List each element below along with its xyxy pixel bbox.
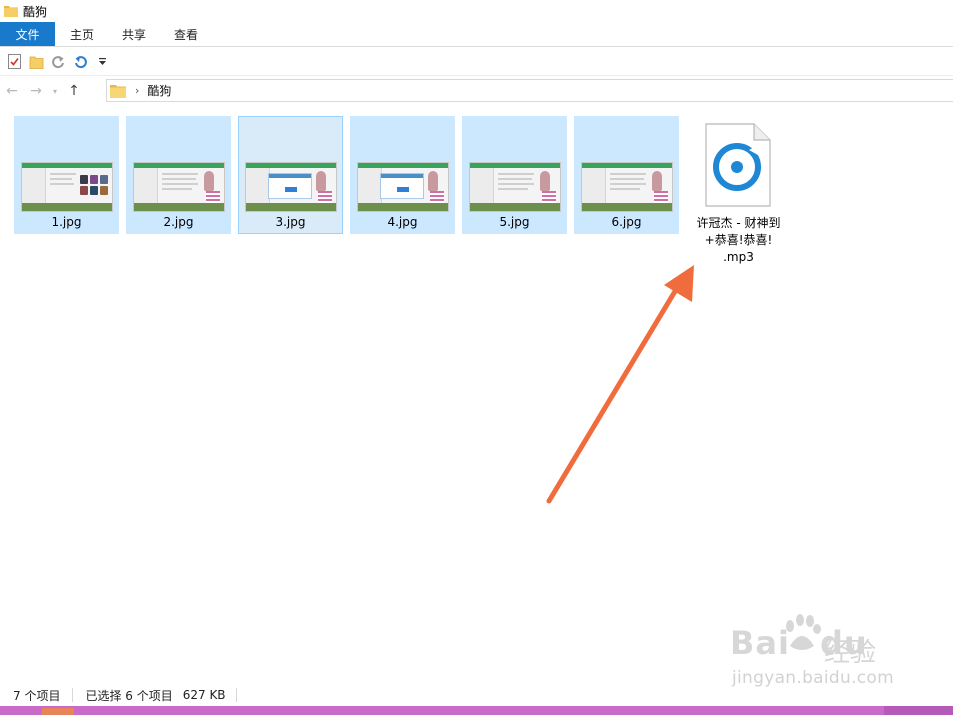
up-arrow-icon: ↑: [68, 83, 80, 99]
undo-icon: [74, 56, 87, 69]
tab-file[interactable]: 文件: [0, 22, 55, 46]
status-divider: [235, 688, 237, 702]
redo-button[interactable]: [47, 51, 69, 73]
status-divider: [72, 688, 74, 702]
item-count: 7 个项目: [13, 688, 61, 703]
navigation-row: ← → ▾ ↑ › 酷狗: [0, 78, 953, 104]
baidu-jingyan-watermark: Bai du 经验 jingyan.baidu.com: [730, 612, 910, 692]
title-bar[interactable]: 酷狗: [0, 0, 953, 22]
tab-home[interactable]: 主页: [56, 22, 108, 46]
watermark-jingyan: 经验: [824, 638, 877, 668]
folder-icon: [4, 6, 18, 17]
paw-icon: [786, 614, 821, 650]
back-arrow-icon: ←: [6, 83, 18, 99]
recent-locations-button[interactable]: ▾: [48, 79, 62, 103]
annotation-arrow-icon: [546, 265, 694, 504]
taskbar[interactable]: [0, 706, 953, 715]
customize-dropdown-icon: [98, 58, 106, 65]
undo-button[interactable]: [69, 51, 91, 73]
forward-arrow-icon: →: [30, 83, 42, 99]
customize-toolbar-button[interactable]: [91, 51, 113, 73]
file-list-area[interactable]: 1.jpg 2.jpg 3.jpg 4.jpg 5.jpg 6.jpg 许冠杰 …: [0, 105, 953, 683]
breadcrumb-chevron-icon[interactable]: ›: [135, 84, 139, 97]
address-bar[interactable]: › 酷狗: [106, 79, 953, 102]
properties-icon: [7, 54, 21, 69]
taskbar-tray[interactable]: [884, 706, 953, 715]
back-button[interactable]: ←: [0, 79, 24, 103]
ribbon-tabs: 文件 主页 共享 查看: [0, 22, 953, 47]
status-bar: 7 个项目 已选择 6 个项目 627 KB: [0, 684, 953, 706]
quick-access-toolbar: [0, 48, 953, 76]
chevron-down-icon: ▾: [52, 86, 57, 96]
breadcrumb-current[interactable]: 酷狗: [147, 82, 171, 99]
folder-icon: [110, 84, 126, 98]
properties-button[interactable]: [3, 51, 25, 73]
new-folder-button[interactable]: [25, 51, 47, 73]
tab-share[interactable]: 共享: [108, 22, 160, 46]
window-title: 酷狗: [23, 4, 48, 19]
file-explorer-window: 酷狗 文件 主页 共享 查看 ← → ▾ ↑ › 酷狗 1.jpg 2.jpg …: [0, 0, 953, 715]
redo-icon: [51, 56, 64, 69]
selection-count: 已选择 6 个项目: [85, 688, 173, 703]
selection-size: 627 KB: [182, 688, 226, 702]
taskbar-button[interactable]: [42, 708, 74, 715]
tab-view[interactable]: 查看: [160, 22, 212, 46]
new-folder-icon: [29, 56, 43, 69]
forward-button[interactable]: →: [24, 79, 48, 103]
up-button[interactable]: ↑: [62, 79, 86, 103]
